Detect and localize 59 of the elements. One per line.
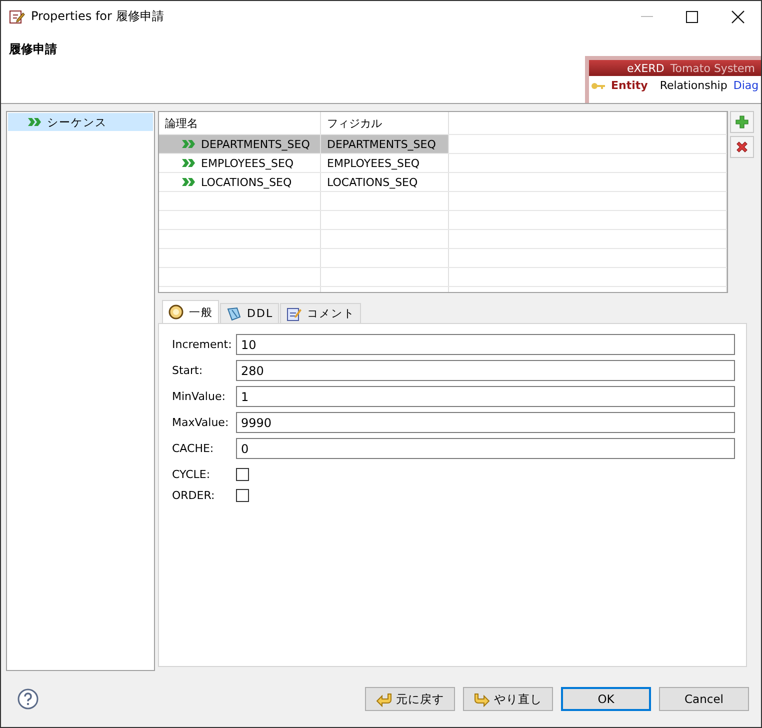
edit-icon xyxy=(9,8,25,24)
scroll-icon xyxy=(226,306,242,322)
input-field[interactable]: 1 xyxy=(236,386,735,407)
arrow-icon xyxy=(376,691,392,707)
window-title: Properties for 履修申請 xyxy=(31,8,164,25)
column-header[interactable]: フィジカル xyxy=(321,112,449,134)
input-field[interactable]: 0 xyxy=(236,438,735,459)
table-cell: LOCATIONS_SEQ xyxy=(201,176,292,188)
close-icon xyxy=(731,10,745,24)
redo-button[interactable]: やり直し xyxy=(463,687,553,711)
field-label: MaxValue: xyxy=(172,416,230,429)
delete-button[interactable] xyxy=(730,136,754,158)
sidebar-item[interactable]: シーケンス xyxy=(8,113,153,131)
dialog-button[interactable]: Cancel xyxy=(659,687,749,711)
cross-icon xyxy=(735,140,749,154)
table-cell: LOCATIONS_SEQ xyxy=(327,176,418,188)
undo-button[interactable]: 元に戻す xyxy=(365,687,455,711)
checkbox[interactable] xyxy=(236,468,249,481)
key-icon xyxy=(591,82,605,90)
column-header[interactable]: 論理名 xyxy=(159,112,321,134)
tab[interactable]: コメント xyxy=(280,303,362,323)
sequence-icon xyxy=(182,177,195,187)
table-cell: EMPLOYEES_SEQ xyxy=(327,156,420,170)
plus-icon xyxy=(735,115,749,129)
sequence-icon xyxy=(182,158,195,168)
input-field[interactable]: 10 xyxy=(236,334,735,355)
banner-link[interactable]: Relationship xyxy=(660,79,728,92)
banner-link[interactable]: Entity xyxy=(611,79,648,92)
add-button[interactable] xyxy=(730,111,754,133)
tab[interactable]: 一般 xyxy=(162,300,219,323)
product-name: Tomato System xyxy=(670,62,755,74)
tab[interactable]: DDL xyxy=(220,303,280,323)
field-label: MinValue: xyxy=(172,390,226,403)
field-label: Increment: xyxy=(172,338,233,351)
coin-icon xyxy=(168,304,184,320)
minimize-icon xyxy=(641,16,653,17)
table-cell: DEPARTMENTS_SEQ xyxy=(327,138,436,150)
notepad-icon xyxy=(286,306,302,322)
maximize-icon xyxy=(685,10,699,24)
table-row[interactable]: EMPLOYEES_SEQ EMPLOYEES_SEQ xyxy=(159,154,727,173)
sequence-icon xyxy=(28,117,41,127)
checkbox[interactable] xyxy=(236,489,249,502)
input-field[interactable]: 280 xyxy=(236,360,735,381)
page-title: 履修申請 xyxy=(8,41,58,58)
field-label: CACHE: xyxy=(172,442,215,455)
table-cell: EMPLOYEES_SEQ xyxy=(201,156,294,170)
input-field[interactable]: 9990 xyxy=(236,412,735,433)
field-label: ORDER: xyxy=(172,489,216,502)
banner-link[interactable]: Diag xyxy=(733,79,759,92)
table-row[interactable]: DEPARTMENTS_SEQ DEPARTMENTS_SEQ xyxy=(159,135,727,154)
brand-name: eXERD xyxy=(627,62,664,74)
field-label: CYCLE: xyxy=(172,468,212,481)
arrow-icon xyxy=(474,691,490,707)
table-row[interactable]: LOCATIONS_SEQ LOCATIONS_SEQ xyxy=(159,173,727,192)
table-cell: DEPARTMENTS_SEQ xyxy=(201,138,310,150)
field-label: Start: xyxy=(172,364,204,377)
sequence-icon xyxy=(182,139,195,149)
dialog-button[interactable]: OK xyxy=(561,687,651,711)
help-icon xyxy=(17,688,39,710)
